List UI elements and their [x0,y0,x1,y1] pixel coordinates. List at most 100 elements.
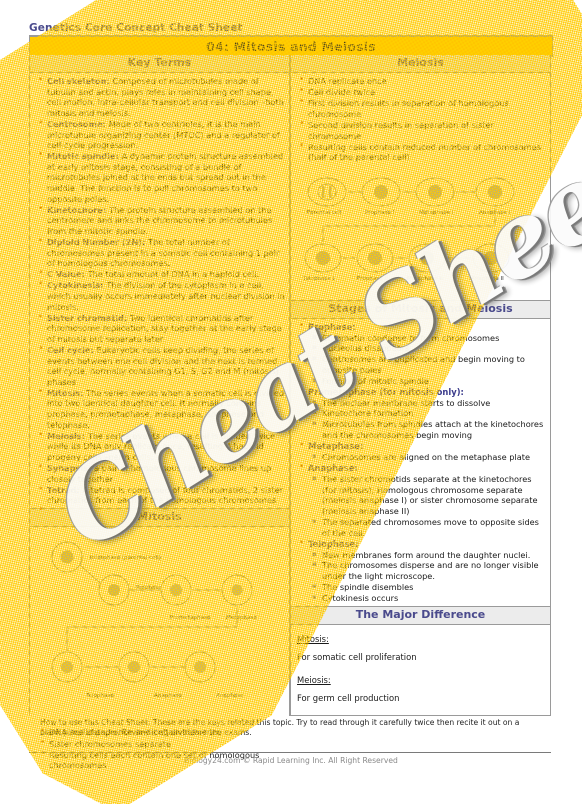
key-term-name: Kinetochore: [47,204,110,215]
major-difference-header: The Major Difference [291,606,550,626]
key-term-item: Mitosis: The series events when a somati… [38,387,285,430]
key-term-item: Synapsis: a pair of homologous chromosom… [38,462,285,484]
stage-point: Chromosomes are aligned on the metaphase… [312,451,546,463]
key-term-item: Cell skeleton: Composed of microtubules … [38,75,285,118]
meiosis-label-5: Prophase II [357,276,388,282]
how-to-use-note: How to use this Cheat Sheet: These are t… [40,718,520,737]
stage-name: Telophase: [308,539,359,550]
stage-point: Centrosomes are duplicated and begin mov… [312,353,546,376]
stage-point: The chromosomes disperse and are no long… [312,559,546,582]
key-term-name: Meiosis: [47,430,88,441]
meiosis-item: First division results in separation of … [299,97,546,119]
stage-point: Nucleolus disappears [312,342,546,354]
mitosis-diagram: Interphase (parental cell) Prophase Prom… [51,542,257,699]
page-title: 04: Mitosis and Meiosis [29,36,553,57]
mitosis-label-2: Prometaphase [170,615,211,621]
md-meiosis-label: Meiosis: [297,675,331,686]
major-difference-body: Mitosis: For somatic cell proliferation … [291,625,550,719]
stage-point: The sister chromotids separate at the ki… [312,473,546,517]
mitosis-note: Sister chromosomes separate [40,738,289,750]
stages-body: Prophase:Chromatin condense to form chro… [291,319,550,606]
md-mitosis-text: For somatic cell proliferation [297,652,417,663]
key-terms-body: Cell skeleton: Composed of microtubules … [30,73,289,516]
stage-point: Chromatin condense to form chromosomes [312,332,546,344]
stage-point: The spindle disembles [312,581,546,593]
stage-point-list: The sister chromotids separate at the ki… [308,473,546,539]
md-mitosis-label: Mitosis: [297,634,329,645]
meiosis-label-4: Telophase I [302,276,335,282]
stage-name: Prophase: [308,321,356,332]
mitosis-label-1: Prophase [136,585,162,591]
stage-point-list: The nuclear membrane starts to dissolveK… [308,397,546,441]
key-terms-header: Key Terms [30,55,289,74]
meiosis-item: Resulting cells contain reduced number o… [299,141,546,163]
stage-name: Metaphase: [308,441,364,452]
meiosis-diagram: Parental cell Prophase I Metaphase I Ana… [302,177,515,282]
meiosis-label-1: Prophase I [365,210,395,216]
stage-group: Prophase:Chromatin condense to form chro… [299,321,546,387]
key-term-name: Cytokinesis: [47,280,107,291]
key-term-item: Cell cycle: Eukaryotic cells keep dividi… [38,344,285,387]
meiosis-label-6: Metaphase II [407,276,443,282]
stage-group: Anaphase:The sister chromotids separate … [299,462,546,539]
key-term-name: Centrosome: [47,118,109,129]
stage-point: Cytokinesis occurs [312,592,546,604]
mitosis-label-4: Telophase [85,693,114,699]
right-column: Meiosis DNA replicate onceCell divide tw… [290,55,551,716]
mitosis-label-6: Anaphase [216,693,244,699]
cheat-sheet-page: Genetics Core Concept Cheat Sheet 04: Mi… [0,0,582,804]
meiosis-label-0: Parental cell [307,210,342,216]
stage-point-list: New membranes form around the daughter n… [308,549,546,604]
footer-copyright: Biology24.com © Rapid Learning Inc. All … [184,756,398,765]
key-term-name: Mitosis: [47,387,87,398]
key-term-item: Tetrad: A tetrad is composed of four chr… [38,484,285,506]
key-term-name: Cell skeleton: [47,76,113,87]
stage-group: Telophase:New membranes form around the … [299,538,546,604]
stage-point: The nuclear membrane starts to dissolve [312,397,546,409]
key-term-item: Cytokinesis: The division of the cytopla… [38,279,285,312]
key-term-name: Cell cycle: [47,344,97,355]
stage-point: New membranes form around the daughter n… [312,549,546,561]
key-terms-list: Cell skeleton: Composed of microtubules … [34,75,285,516]
left-column: Key Terms Cell skeleton: Composed of mic… [29,55,290,772]
stage-point-list: Chromatin condense to form chromosomesNu… [308,332,546,387]
key-term-item: Centrosome: Made of two centrioles, it i… [38,118,285,151]
stages-header: Stages of Mitosis and Meiosis [291,299,550,319]
meiosis-header: Meiosis [291,55,550,74]
meiosis-list: DNA replicate onceCell divide twiceFirst… [295,75,546,163]
masthead-title: Genetics Core Concept Cheat Sheet [29,22,243,34]
mitosis-label-3: Metaphase [226,615,257,621]
footer-divider [29,752,551,753]
stage-point: The separated chromosomes move to opposi… [312,516,546,539]
key-term-name: Mitotic spindle: [47,151,122,162]
key-term-item: Kinetochore: The protein structure assem… [38,204,285,237]
md-meiosis-text: For germ cell production [297,693,400,704]
stage-name: Prometaphase (for mitosis only): [308,387,464,398]
stage-point: Forming of mitotic spindle [312,375,546,387]
key-term-name: C Value: [47,269,88,280]
mitosis-figure-header: Mitosis [30,508,289,528]
key-term-item: Sister chromatid: Two identical chromati… [38,312,285,345]
meiosis-item: Cell divide twice [299,86,546,98]
key-term-item: Meiosis: The series events when a cell i… [38,430,285,463]
key-term-name: Sister chromatid: [47,312,131,323]
stage-point-list: Chromosomes are aligned on the metaphase… [308,451,546,463]
meiosis-label-3: Anaphase I [479,210,510,216]
key-term-item: Diploid Number (2N): The total number of… [38,236,285,269]
key-term-name: Tetrad: [47,484,83,495]
key-term-definition: The total amount of DNA in a haploid cel… [87,269,260,280]
key-term-item: C Value: The total amount of DNA in a ha… [38,268,285,280]
key-term-item: Mitotic spindle: A dynamic protein struc… [38,150,285,204]
key-term-name: Synapsis: [47,462,95,473]
meiosis-label-7: Anaphase II [471,276,504,282]
mitosis-label-5: Anaphase [154,693,182,699]
stage-name: Anaphase: [308,463,358,474]
mitosis-label-0: Interphase (parental cell) [90,555,161,561]
meiosis-item: DNA replicate once [299,75,546,87]
stage-point: Microtubules from spindles attach at the… [312,418,546,441]
content-grid: Key Terms Cell skeleton: Composed of mic… [29,55,551,772]
stage-point: Kinetochore formation [312,407,546,419]
meiosis-item: Second division results in separation of… [299,119,546,141]
key-term-name: Diploid Number (2N): [47,237,149,247]
stage-group: Prometaphase (for mitosis only):The nucl… [299,386,546,441]
